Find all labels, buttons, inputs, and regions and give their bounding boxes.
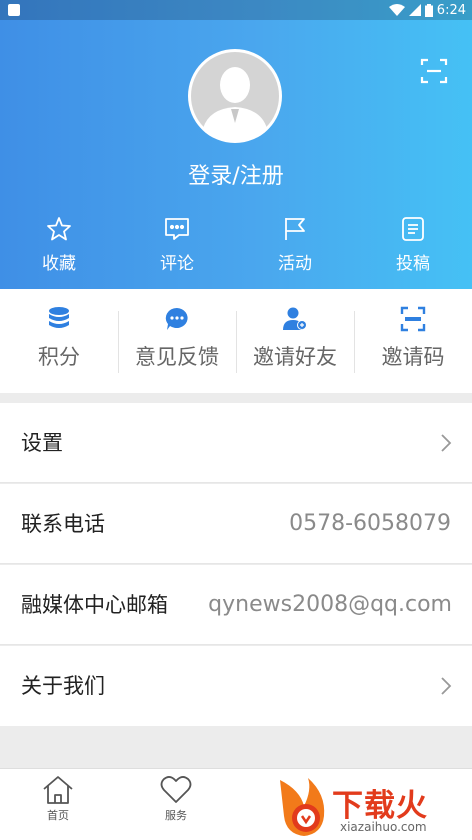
about-label: 关于我们: [21, 674, 105, 698]
email-row[interactable]: 融媒体中心邮箱 qynews2008@qq.com: [0, 565, 472, 645]
feedback-label: 意见反馈: [135, 345, 219, 369]
notification-icon: [8, 4, 20, 16]
comment-icon: [165, 218, 189, 240]
phone-row[interactable]: 联系电话 0578-6058079: [0, 484, 472, 564]
home-icon: [43, 776, 73, 804]
watermark-url: xiazaihuo.com: [340, 820, 427, 834]
phone-value: 0578-6058079: [289, 511, 451, 536]
avatar[interactable]: [188, 49, 282, 143]
status-bar: 6:24: [0, 0, 472, 20]
email-value: qynews2008@qq.com: [208, 592, 452, 617]
contribute-label: 投稿: [396, 254, 430, 274]
tab-services[interactable]: 服务: [146, 775, 206, 823]
chevron-right-icon: [441, 434, 452, 452]
phone-label: 联系电话: [21, 512, 105, 536]
settings-row[interactable]: 设置: [0, 403, 472, 483]
feedback-button[interactable]: 意见反馈: [118, 289, 236, 393]
favorites-label: 收藏: [42, 254, 76, 274]
invite-friends-button[interactable]: 邀请好友: [236, 289, 354, 393]
profile-header: 6:24 登录/注册 收藏 评论 活动 投稿: [0, 0, 472, 289]
star-icon: [47, 217, 71, 241]
watermark-text: 下载火: [332, 788, 428, 824]
chat-bubble-icon: [165, 307, 188, 330]
activities-label: 活动: [278, 254, 312, 274]
wifi-icon: [388, 4, 405, 16]
add-user-icon: [283, 307, 307, 330]
favorites-button[interactable]: 收藏: [0, 214, 118, 284]
code-frame-icon: [400, 306, 426, 332]
comments-button[interactable]: 评论: [118, 214, 236, 284]
battery-icon: [424, 3, 433, 17]
flag-icon: [285, 218, 305, 240]
invite-code-button[interactable]: 邀请码: [354, 289, 472, 393]
signal-icon: [408, 4, 421, 16]
clock: 6:24: [436, 2, 466, 18]
database-icon: [49, 307, 69, 328]
about-row[interactable]: 关于我们: [0, 646, 472, 726]
chevron-right-icon: [441, 677, 452, 695]
login-register-link[interactable]: 登录/注册: [0, 158, 472, 190]
contribute-button[interactable]: 投稿: [354, 214, 472, 284]
tab-services-label: 服务: [165, 809, 187, 822]
invite-code-label: 邀请码: [381, 345, 445, 369]
tab-home[interactable]: 首页: [28, 775, 88, 823]
points-label: 积分: [38, 345, 80, 369]
email-label: 融媒体中心邮箱: [21, 593, 168, 617]
activities-button[interactable]: 活动: [236, 214, 354, 284]
tab-home-label: 首页: [47, 809, 69, 822]
invite-friends-label: 邀请好友: [253, 345, 337, 369]
feature-strip: 积分 意见反馈 邀请好友 邀请码: [0, 289, 472, 393]
avatar-placeholder-icon: [191, 52, 279, 141]
document-icon: [402, 217, 424, 241]
scan-icon[interactable]: [418, 56, 450, 86]
comments-label: 评论: [160, 254, 194, 274]
points-button[interactable]: 积分: [0, 289, 118, 393]
heart-icon: [160, 776, 192, 803]
settings-label: 设置: [21, 431, 63, 455]
